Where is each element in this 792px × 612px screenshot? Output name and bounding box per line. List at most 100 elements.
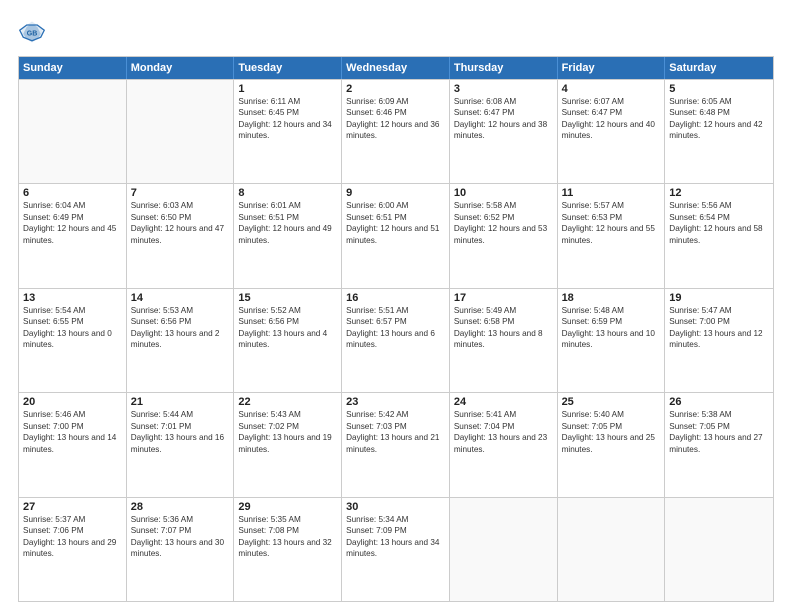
sunrise-text: Sunrise: 5:46 AM <box>23 409 122 420</box>
calendar-cell-4-4 <box>450 498 558 601</box>
calendar-cell-2-3: 16Sunrise: 5:51 AMSunset: 6:57 PMDayligh… <box>342 289 450 392</box>
sunrise-text: Sunrise: 5:40 AM <box>562 409 661 420</box>
sunset-text: Sunset: 6:47 PM <box>562 107 661 118</box>
sunset-text: Sunset: 7:00 PM <box>669 316 769 327</box>
daylight-text: Daylight: 13 hours and 12 minutes. <box>669 328 769 351</box>
sunrise-text: Sunrise: 5:38 AM <box>669 409 769 420</box>
daylight-text: Daylight: 13 hours and 0 minutes. <box>23 328 122 351</box>
day-number: 2 <box>346 83 445 95</box>
sunrise-text: Sunrise: 6:08 AM <box>454 96 553 107</box>
day-number: 1 <box>238 83 337 95</box>
sunrise-text: Sunrise: 6:01 AM <box>238 200 337 211</box>
calendar-cell-4-0: 27Sunrise: 5:37 AMSunset: 7:06 PMDayligh… <box>19 498 127 601</box>
calendar-row-4: 27Sunrise: 5:37 AMSunset: 7:06 PMDayligh… <box>19 497 773 601</box>
calendar-cell-1-0: 6Sunrise: 6:04 AMSunset: 6:49 PMDaylight… <box>19 184 127 287</box>
sunrise-text: Sunrise: 5:35 AM <box>238 514 337 525</box>
calendar-cell-1-6: 12Sunrise: 5:56 AMSunset: 6:54 PMDayligh… <box>665 184 773 287</box>
daylight-text: Daylight: 12 hours and 51 minutes. <box>346 223 445 246</box>
sunset-text: Sunset: 6:48 PM <box>669 107 769 118</box>
day-number: 9 <box>346 187 445 199</box>
daylight-text: Daylight: 13 hours and 23 minutes. <box>454 432 553 455</box>
calendar-cell-3-1: 21Sunrise: 5:44 AMSunset: 7:01 PMDayligh… <box>127 393 235 496</box>
day-number: 14 <box>131 292 230 304</box>
header-day-tuesday: Tuesday <box>234 57 342 79</box>
header: GB <box>18 18 774 46</box>
sunrise-text: Sunrise: 5:42 AM <box>346 409 445 420</box>
sunset-text: Sunset: 6:56 PM <box>238 316 337 327</box>
sunset-text: Sunset: 7:08 PM <box>238 525 337 536</box>
sunrise-text: Sunrise: 5:58 AM <box>454 200 553 211</box>
daylight-text: Daylight: 13 hours and 30 minutes. <box>131 537 230 560</box>
day-number: 4 <box>562 83 661 95</box>
day-number: 11 <box>562 187 661 199</box>
daylight-text: Daylight: 12 hours and 42 minutes. <box>669 119 769 142</box>
sunset-text: Sunset: 6:57 PM <box>346 316 445 327</box>
daylight-text: Daylight: 12 hours and 58 minutes. <box>669 223 769 246</box>
calendar-body: 1Sunrise: 6:11 AMSunset: 6:45 PMDaylight… <box>19 79 773 601</box>
daylight-text: Daylight: 12 hours and 45 minutes. <box>23 223 122 246</box>
sunset-text: Sunset: 6:52 PM <box>454 212 553 223</box>
header-day-thursday: Thursday <box>450 57 558 79</box>
calendar-row-3: 20Sunrise: 5:46 AMSunset: 7:00 PMDayligh… <box>19 392 773 496</box>
calendar-cell-4-3: 30Sunrise: 5:34 AMSunset: 7:09 PMDayligh… <box>342 498 450 601</box>
day-number: 13 <box>23 292 122 304</box>
calendar-cell-1-3: 9Sunrise: 6:00 AMSunset: 6:51 PMDaylight… <box>342 184 450 287</box>
sunrise-text: Sunrise: 5:57 AM <box>562 200 661 211</box>
calendar-cell-0-0 <box>19 80 127 183</box>
sunrise-text: Sunrise: 6:05 AM <box>669 96 769 107</box>
day-number: 28 <box>131 501 230 513</box>
calendar-cell-4-5 <box>558 498 666 601</box>
sunrise-text: Sunrise: 5:34 AM <box>346 514 445 525</box>
sunrise-text: Sunrise: 6:03 AM <box>131 200 230 211</box>
calendar-cell-4-6 <box>665 498 773 601</box>
sunrise-text: Sunrise: 5:44 AM <box>131 409 230 420</box>
sunset-text: Sunset: 6:54 PM <box>669 212 769 223</box>
day-number: 27 <box>23 501 122 513</box>
calendar-cell-3-4: 24Sunrise: 5:41 AMSunset: 7:04 PMDayligh… <box>450 393 558 496</box>
calendar-cell-2-5: 18Sunrise: 5:48 AMSunset: 6:59 PMDayligh… <box>558 289 666 392</box>
daylight-text: Daylight: 12 hours and 36 minutes. <box>346 119 445 142</box>
calendar-cell-1-4: 10Sunrise: 5:58 AMSunset: 6:52 PMDayligh… <box>450 184 558 287</box>
daylight-text: Daylight: 13 hours and 25 minutes. <box>562 432 661 455</box>
daylight-text: Daylight: 13 hours and 2 minutes. <box>131 328 230 351</box>
daylight-text: Daylight: 13 hours and 8 minutes. <box>454 328 553 351</box>
daylight-text: Daylight: 12 hours and 40 minutes. <box>562 119 661 142</box>
logo-icon: GB <box>18 18 46 46</box>
day-number: 17 <box>454 292 553 304</box>
page: GB SundayMondayTuesdayWednesdayThursdayF… <box>0 0 792 612</box>
sunrise-text: Sunrise: 5:53 AM <box>131 305 230 316</box>
sunset-text: Sunset: 6:55 PM <box>23 316 122 327</box>
daylight-text: Daylight: 12 hours and 38 minutes. <box>454 119 553 142</box>
daylight-text: Daylight: 13 hours and 6 minutes. <box>346 328 445 351</box>
sunset-text: Sunset: 6:58 PM <box>454 316 553 327</box>
calendar-cell-2-2: 15Sunrise: 5:52 AMSunset: 6:56 PMDayligh… <box>234 289 342 392</box>
calendar-cell-1-5: 11Sunrise: 5:57 AMSunset: 6:53 PMDayligh… <box>558 184 666 287</box>
day-number: 30 <box>346 501 445 513</box>
day-number: 10 <box>454 187 553 199</box>
sunrise-text: Sunrise: 5:43 AM <box>238 409 337 420</box>
day-number: 25 <box>562 396 661 408</box>
daylight-text: Daylight: 12 hours and 49 minutes. <box>238 223 337 246</box>
sunset-text: Sunset: 6:49 PM <box>23 212 122 223</box>
sunset-text: Sunset: 7:01 PM <box>131 421 230 432</box>
calendar-cell-3-5: 25Sunrise: 5:40 AMSunset: 7:05 PMDayligh… <box>558 393 666 496</box>
sunset-text: Sunset: 6:45 PM <box>238 107 337 118</box>
header-day-monday: Monday <box>127 57 235 79</box>
calendar-cell-4-2: 29Sunrise: 5:35 AMSunset: 7:08 PMDayligh… <box>234 498 342 601</box>
svg-text:GB: GB <box>27 31 38 38</box>
daylight-text: Daylight: 13 hours and 34 minutes. <box>346 537 445 560</box>
calendar-cell-2-1: 14Sunrise: 5:53 AMSunset: 6:56 PMDayligh… <box>127 289 235 392</box>
day-number: 23 <box>346 396 445 408</box>
calendar-row-1: 6Sunrise: 6:04 AMSunset: 6:49 PMDaylight… <box>19 183 773 287</box>
sunset-text: Sunset: 6:56 PM <box>131 316 230 327</box>
day-number: 18 <box>562 292 661 304</box>
calendar-cell-0-3: 2Sunrise: 6:09 AMSunset: 6:46 PMDaylight… <box>342 80 450 183</box>
sunrise-text: Sunrise: 6:00 AM <box>346 200 445 211</box>
daylight-text: Daylight: 13 hours and 32 minutes. <box>238 537 337 560</box>
calendar-cell-3-2: 22Sunrise: 5:43 AMSunset: 7:02 PMDayligh… <box>234 393 342 496</box>
header-day-wednesday: Wednesday <box>342 57 450 79</box>
day-number: 22 <box>238 396 337 408</box>
calendar-cell-0-6: 5Sunrise: 6:05 AMSunset: 6:48 PMDaylight… <box>665 80 773 183</box>
day-number: 7 <box>131 187 230 199</box>
day-number: 6 <box>23 187 122 199</box>
